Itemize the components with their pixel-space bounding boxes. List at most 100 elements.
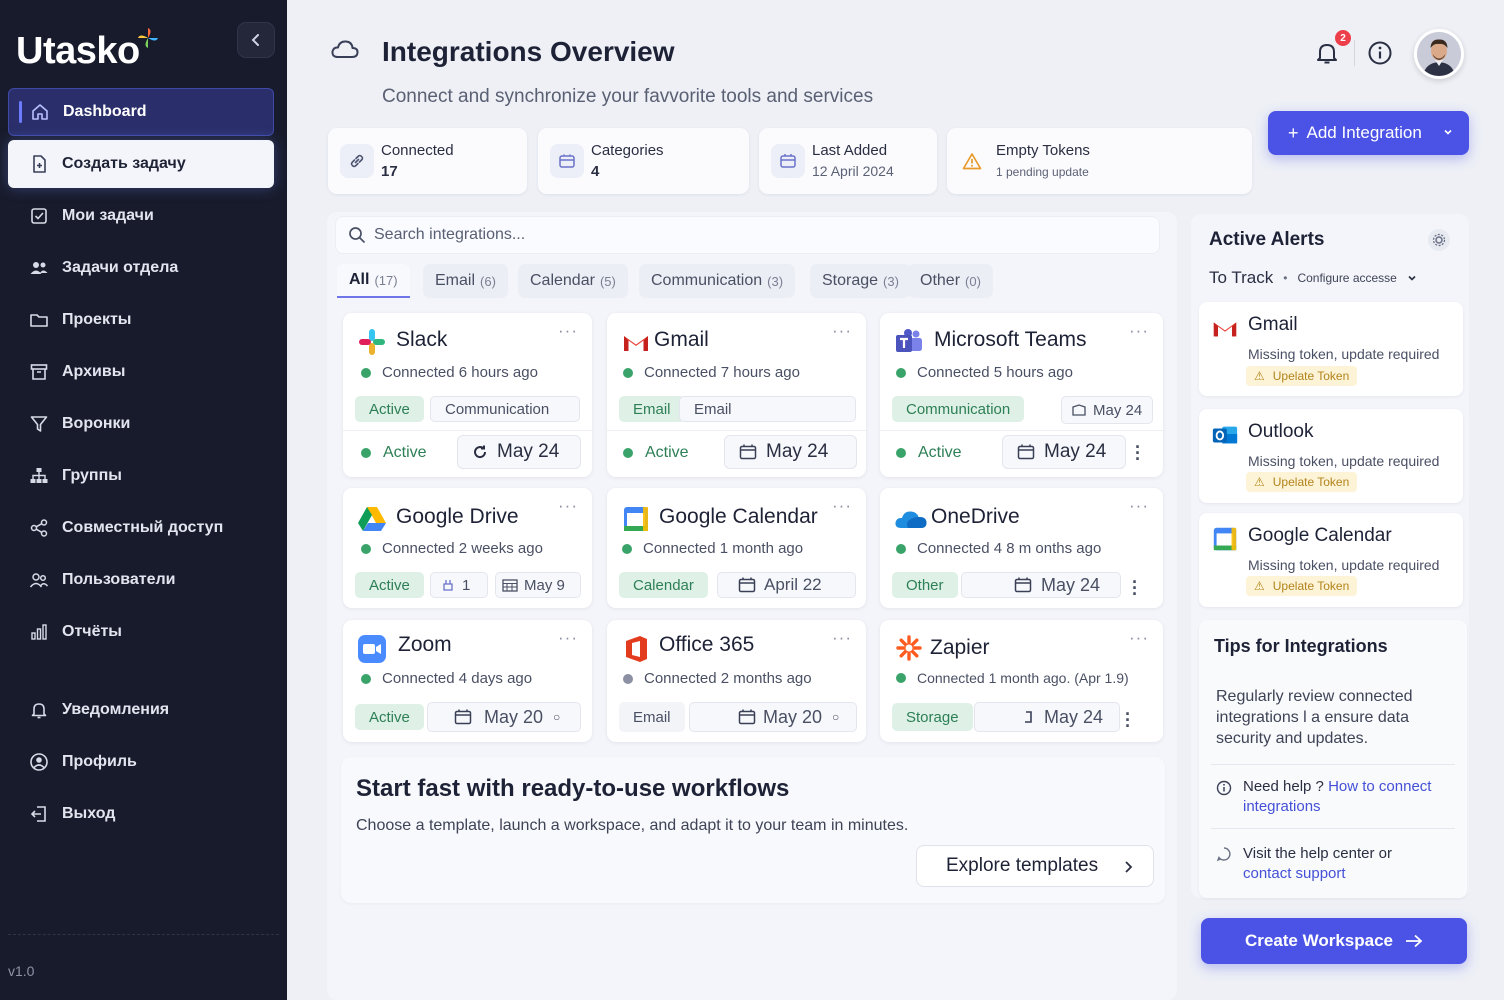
alert-card-google-calendar[interactable]: Google Calendar Missing token, update re… xyxy=(1199,513,1463,607)
integration-card-google-drive[interactable]: Google Drive ··· Connected 2 weeks ago A… xyxy=(343,488,592,608)
sidebar-item-shared-access[interactable]: Совместный доступ xyxy=(8,504,274,552)
date-tag: May 24 xyxy=(1061,396,1154,424)
app-version: v1.0 xyxy=(8,963,35,979)
category-tag: Email xyxy=(619,396,685,422)
integration-card-zoom[interactable]: Zoom ··· Connected 4 days ago Active May… xyxy=(343,620,592,742)
sync-date-button[interactable]: May 24 xyxy=(457,435,581,469)
integration-card-gmail[interactable]: Gmail ··· Connected 7 hours ago Email Em… xyxy=(607,313,866,477)
update-token-button[interactable]: ⚠ Upelate Token xyxy=(1246,576,1358,596)
user-avatar[interactable] xyxy=(1414,29,1464,79)
connected-time: Connected 2 weeks ago xyxy=(361,540,543,557)
tab-count: (0) xyxy=(965,273,981,289)
vertical-more-icon[interactable]: · · · xyxy=(1123,705,1133,735)
warning-icon xyxy=(955,144,989,178)
sidebar-item-groups[interactable]: Группы xyxy=(8,452,274,500)
tab-other[interactable]: Other (0) xyxy=(908,264,993,298)
sidebar-item-dashboard[interactable]: Dashboard xyxy=(8,88,274,136)
update-token-button[interactable]: ⚠ Upelate Token xyxy=(1246,366,1358,386)
connected-time: Connected 1 month ago xyxy=(622,540,803,557)
more-options-icon[interactable]: ··· xyxy=(1129,628,1149,648)
more-options-icon[interactable]: ··· xyxy=(832,496,852,516)
page-subtitle: Connect and synchronize your favvorite t… xyxy=(382,86,874,107)
integration-card-google-calendar[interactable]: Google Calendar ··· Connected 1 month ag… xyxy=(607,488,866,608)
more-options-icon[interactable]: ··· xyxy=(832,628,852,648)
more-options-icon[interactable]: ··· xyxy=(558,321,578,341)
sidebar-item-create-task[interactable]: Создать задачу xyxy=(8,140,274,188)
alert-card-gmail[interactable]: Gmail Missing token, update required ⚠ Up… xyxy=(1199,302,1463,396)
user-group-icon xyxy=(28,569,50,591)
sidebar-item-label: Отчёты xyxy=(62,623,122,640)
vertical-more-icon[interactable]: · · · xyxy=(1133,438,1143,468)
brand-logo[interactable]: Utasko xyxy=(16,28,160,73)
sidebar-item-label: Мои задачи xyxy=(62,207,154,224)
onedrive-logo-icon xyxy=(895,511,927,528)
sidebar-item-reports[interactable]: Отчёты xyxy=(8,608,274,656)
update-token-button[interactable]: ⚠ Upelate Token xyxy=(1246,472,1358,492)
sidebar-item-logout[interactable]: Выход xyxy=(8,790,274,838)
connected-time: Connected 7 hours ago xyxy=(623,364,800,381)
integration-card-microsoft-teams[interactable]: Microsoft Teams ··· Connected 5 hours ag… xyxy=(880,313,1163,477)
date-tag-text: May 9 xyxy=(524,576,565,594)
integration-card-onedrive[interactable]: OneDrive ··· Connected 4 8 m onths ago O… xyxy=(880,488,1163,608)
tab-communication[interactable]: Communication (3) xyxy=(639,264,796,298)
tab-label: Other xyxy=(920,272,961,289)
more-options-icon[interactable]: ··· xyxy=(558,496,578,516)
sidebar-item-projects[interactable]: Проекты xyxy=(8,296,274,344)
calendar-grid-icon xyxy=(502,579,518,592)
settings-gear-icon[interactable] xyxy=(1428,229,1450,251)
explore-templates-button[interactable]: Explore templates xyxy=(916,845,1154,887)
track-filter[interactable]: To Track • Configure accesse xyxy=(1209,268,1417,288)
connected-time: Connected 1 month ago. (Apr 1.9) xyxy=(896,670,1129,686)
contact-support-link[interactable]: contact support xyxy=(1243,865,1346,882)
circle-icon: ○ xyxy=(553,710,561,724)
tab-email[interactable]: Email (6) xyxy=(423,264,508,298)
sidebar-item-my-tasks[interactable]: Мои задачи xyxy=(8,192,274,240)
gmail-logo-icon xyxy=(1213,322,1237,337)
update-token-label: Upelate Token xyxy=(1272,475,1350,489)
sync-date-button[interactable]: May 24 xyxy=(1002,435,1126,469)
sidebar-item-users[interactable]: Пользователи xyxy=(8,556,274,604)
user-circle-icon xyxy=(28,751,50,773)
integration-card-office-365[interactable]: Office 365 ··· Connected 2 months ago Em… xyxy=(607,620,866,742)
integration-card-slack[interactable]: Slack ··· Connected 6 hours ago Active C… xyxy=(343,313,592,477)
more-options-icon[interactable]: ··· xyxy=(558,628,578,648)
connected-text: Connected 2 weeks ago xyxy=(382,540,543,557)
more-options-icon[interactable]: ··· xyxy=(1129,321,1149,341)
more-options-icon[interactable]: ··· xyxy=(832,321,852,341)
date-tag-text: May 20 xyxy=(763,706,823,727)
sidebar-item-department-tasks[interactable]: Задачи отдела xyxy=(8,244,274,292)
stat-value: 4 xyxy=(591,163,600,180)
calendar-icon xyxy=(1017,444,1035,460)
connected-text: Connected 4 days ago xyxy=(382,670,533,687)
sidebar-item-funnels[interactable]: Воронки xyxy=(8,400,274,448)
tab-storage[interactable]: Storage (3) xyxy=(810,264,911,298)
notifications-bell-icon[interactable] xyxy=(1314,40,1340,66)
date-tag-text: May 24 xyxy=(1041,574,1101,595)
integration-card-zapier[interactable]: Zapier ··· Connected 1 month ago. (Apr 1… xyxy=(880,620,1163,742)
sidebar-item-label: Группы xyxy=(62,467,122,484)
category-tag: Calendar xyxy=(619,572,708,598)
status-tag: Active xyxy=(355,704,424,730)
integration-name: Office 365 xyxy=(659,633,755,656)
info-icon[interactable] xyxy=(1367,40,1393,66)
tab-all[interactable]: All (17) xyxy=(337,264,410,298)
search-input[interactable] xyxy=(374,226,1074,244)
stat-label: Connected xyxy=(381,142,454,159)
search-bar[interactable] xyxy=(335,216,1160,254)
sidebar-item-notifications[interactable]: Уведомления xyxy=(8,686,274,734)
sidebar-item-archives[interactable]: Архивы xyxy=(8,348,274,396)
collapse-sidebar-button[interactable] xyxy=(237,22,275,58)
sidebar-item-profile[interactable]: Профиль xyxy=(8,738,274,786)
zapier-logo-icon xyxy=(896,635,922,661)
vertical-more-icon[interactable]: · · · xyxy=(1130,573,1140,603)
alert-card-outlook[interactable]: Outlook Missing token, update required ⚠… xyxy=(1199,409,1463,503)
create-workspace-button[interactable]: Create Workspace xyxy=(1201,918,1467,964)
more-options-icon[interactable]: ··· xyxy=(1129,496,1149,516)
sync-date-button[interactable]: May 24 xyxy=(724,435,857,469)
sidebar-item-label: Пользователи xyxy=(62,571,176,588)
tab-calendar[interactable]: Calendar (5) xyxy=(518,264,628,298)
add-integration-button[interactable]: + Add Integration xyxy=(1268,111,1469,155)
circle-icon: ○ xyxy=(832,710,840,724)
status-dot xyxy=(361,673,371,684)
date-tag: May 24 xyxy=(974,702,1120,732)
